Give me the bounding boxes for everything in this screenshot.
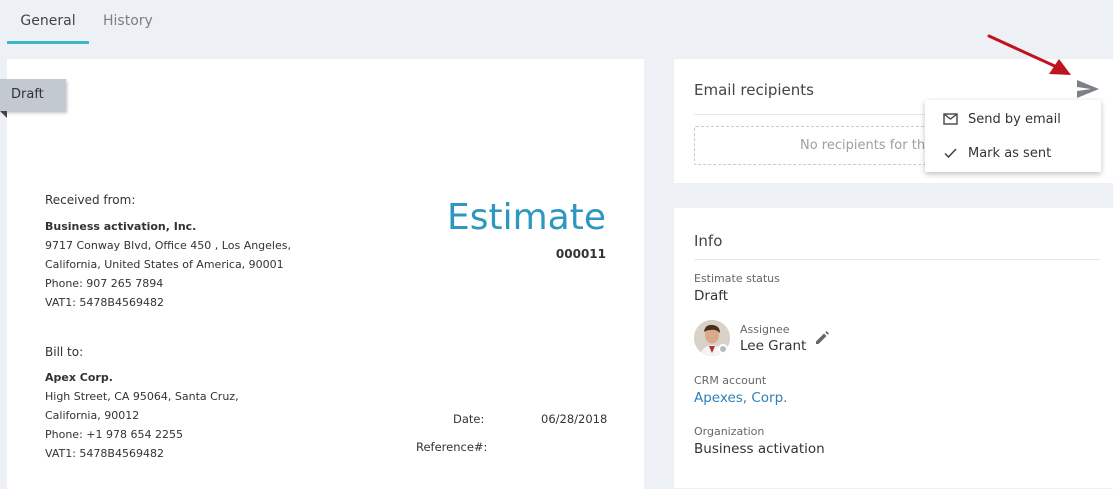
recipient-line2: California, 90012	[45, 409, 140, 422]
info-card: Info Estimate status Draft Assignee Lee …	[674, 208, 1113, 488]
estimate-status-label: Estimate status	[694, 272, 780, 285]
estimate-document: Draft Estimate 000011 Received from: Bus…	[0, 59, 644, 489]
sender-line2: California, United States of America, 90…	[45, 258, 284, 271]
ribbon-fold	[0, 111, 7, 118]
bill-to-label: Bill to:	[45, 345, 84, 359]
crm-account-label: CRM account	[694, 374, 767, 387]
recipient-phone: Phone: +1 978 654 2255	[45, 428, 183, 441]
tab-bar: General History	[0, 0, 1113, 44]
email-recipients-title: Email recipients	[694, 81, 814, 99]
menu-item-label: Mark as sent	[968, 145, 1052, 161]
date-value: 06/28/2018	[541, 412, 608, 426]
send-icon[interactable]	[1076, 78, 1100, 100]
recipient-line1: High Street, CA 95064, Santa Cruz,	[45, 390, 239, 403]
assignee-label: Assignee	[740, 323, 790, 336]
sender-line1: 9717 Conway Blvd, Office 450 , Los Angel…	[45, 239, 291, 252]
crm-account-link[interactable]: Apexes, Corp.	[694, 390, 787, 406]
sender-name: Business activation, Inc.	[45, 220, 197, 233]
sender-phone: Phone: 907 265 7894	[45, 277, 164, 290]
presence-indicator	[718, 344, 728, 354]
assignee-value: Lee Grant	[740, 338, 807, 354]
estimate-status-value: Draft	[694, 288, 729, 304]
menu-item-label: Send by email	[968, 111, 1061, 127]
document-number: 000011	[555, 247, 606, 261]
received-from-label: Received from:	[45, 193, 136, 207]
tab-general[interactable]: General	[7, 0, 89, 44]
sender-vat: VAT1: 5478B4569482	[45, 296, 164, 309]
info-title: Info	[694, 232, 723, 250]
recipient-address: Apex Corp. High Street, CA 95064, Santa …	[45, 368, 239, 463]
recipient-name: Apex Corp.	[45, 371, 113, 384]
organization-value: Business activation	[694, 441, 825, 457]
date-label: Date:	[453, 412, 485, 426]
menu-item-send-by-email[interactable]: Send by email	[925, 102, 1101, 136]
document-title: Estimate	[446, 197, 606, 238]
tab-history[interactable]: History	[96, 0, 168, 44]
mail-icon	[943, 113, 958, 125]
send-menu: Send by email Mark as sent	[925, 100, 1101, 172]
recipient-vat: VAT1: 5478B4569482	[45, 447, 164, 460]
reference-label: Reference#:	[416, 440, 488, 454]
sender-address: Business activation, Inc. 9717 Conway Bl…	[45, 217, 291, 312]
menu-item-mark-as-sent[interactable]: Mark as sent	[925, 136, 1101, 170]
draft-ribbon: Draft	[0, 79, 66, 111]
edit-pencil-icon[interactable]	[814, 329, 830, 345]
organization-label: Organization	[694, 425, 765, 438]
check-icon	[944, 148, 957, 159]
divider	[694, 259, 1100, 260]
annotation-arrow-icon	[987, 34, 1071, 75]
